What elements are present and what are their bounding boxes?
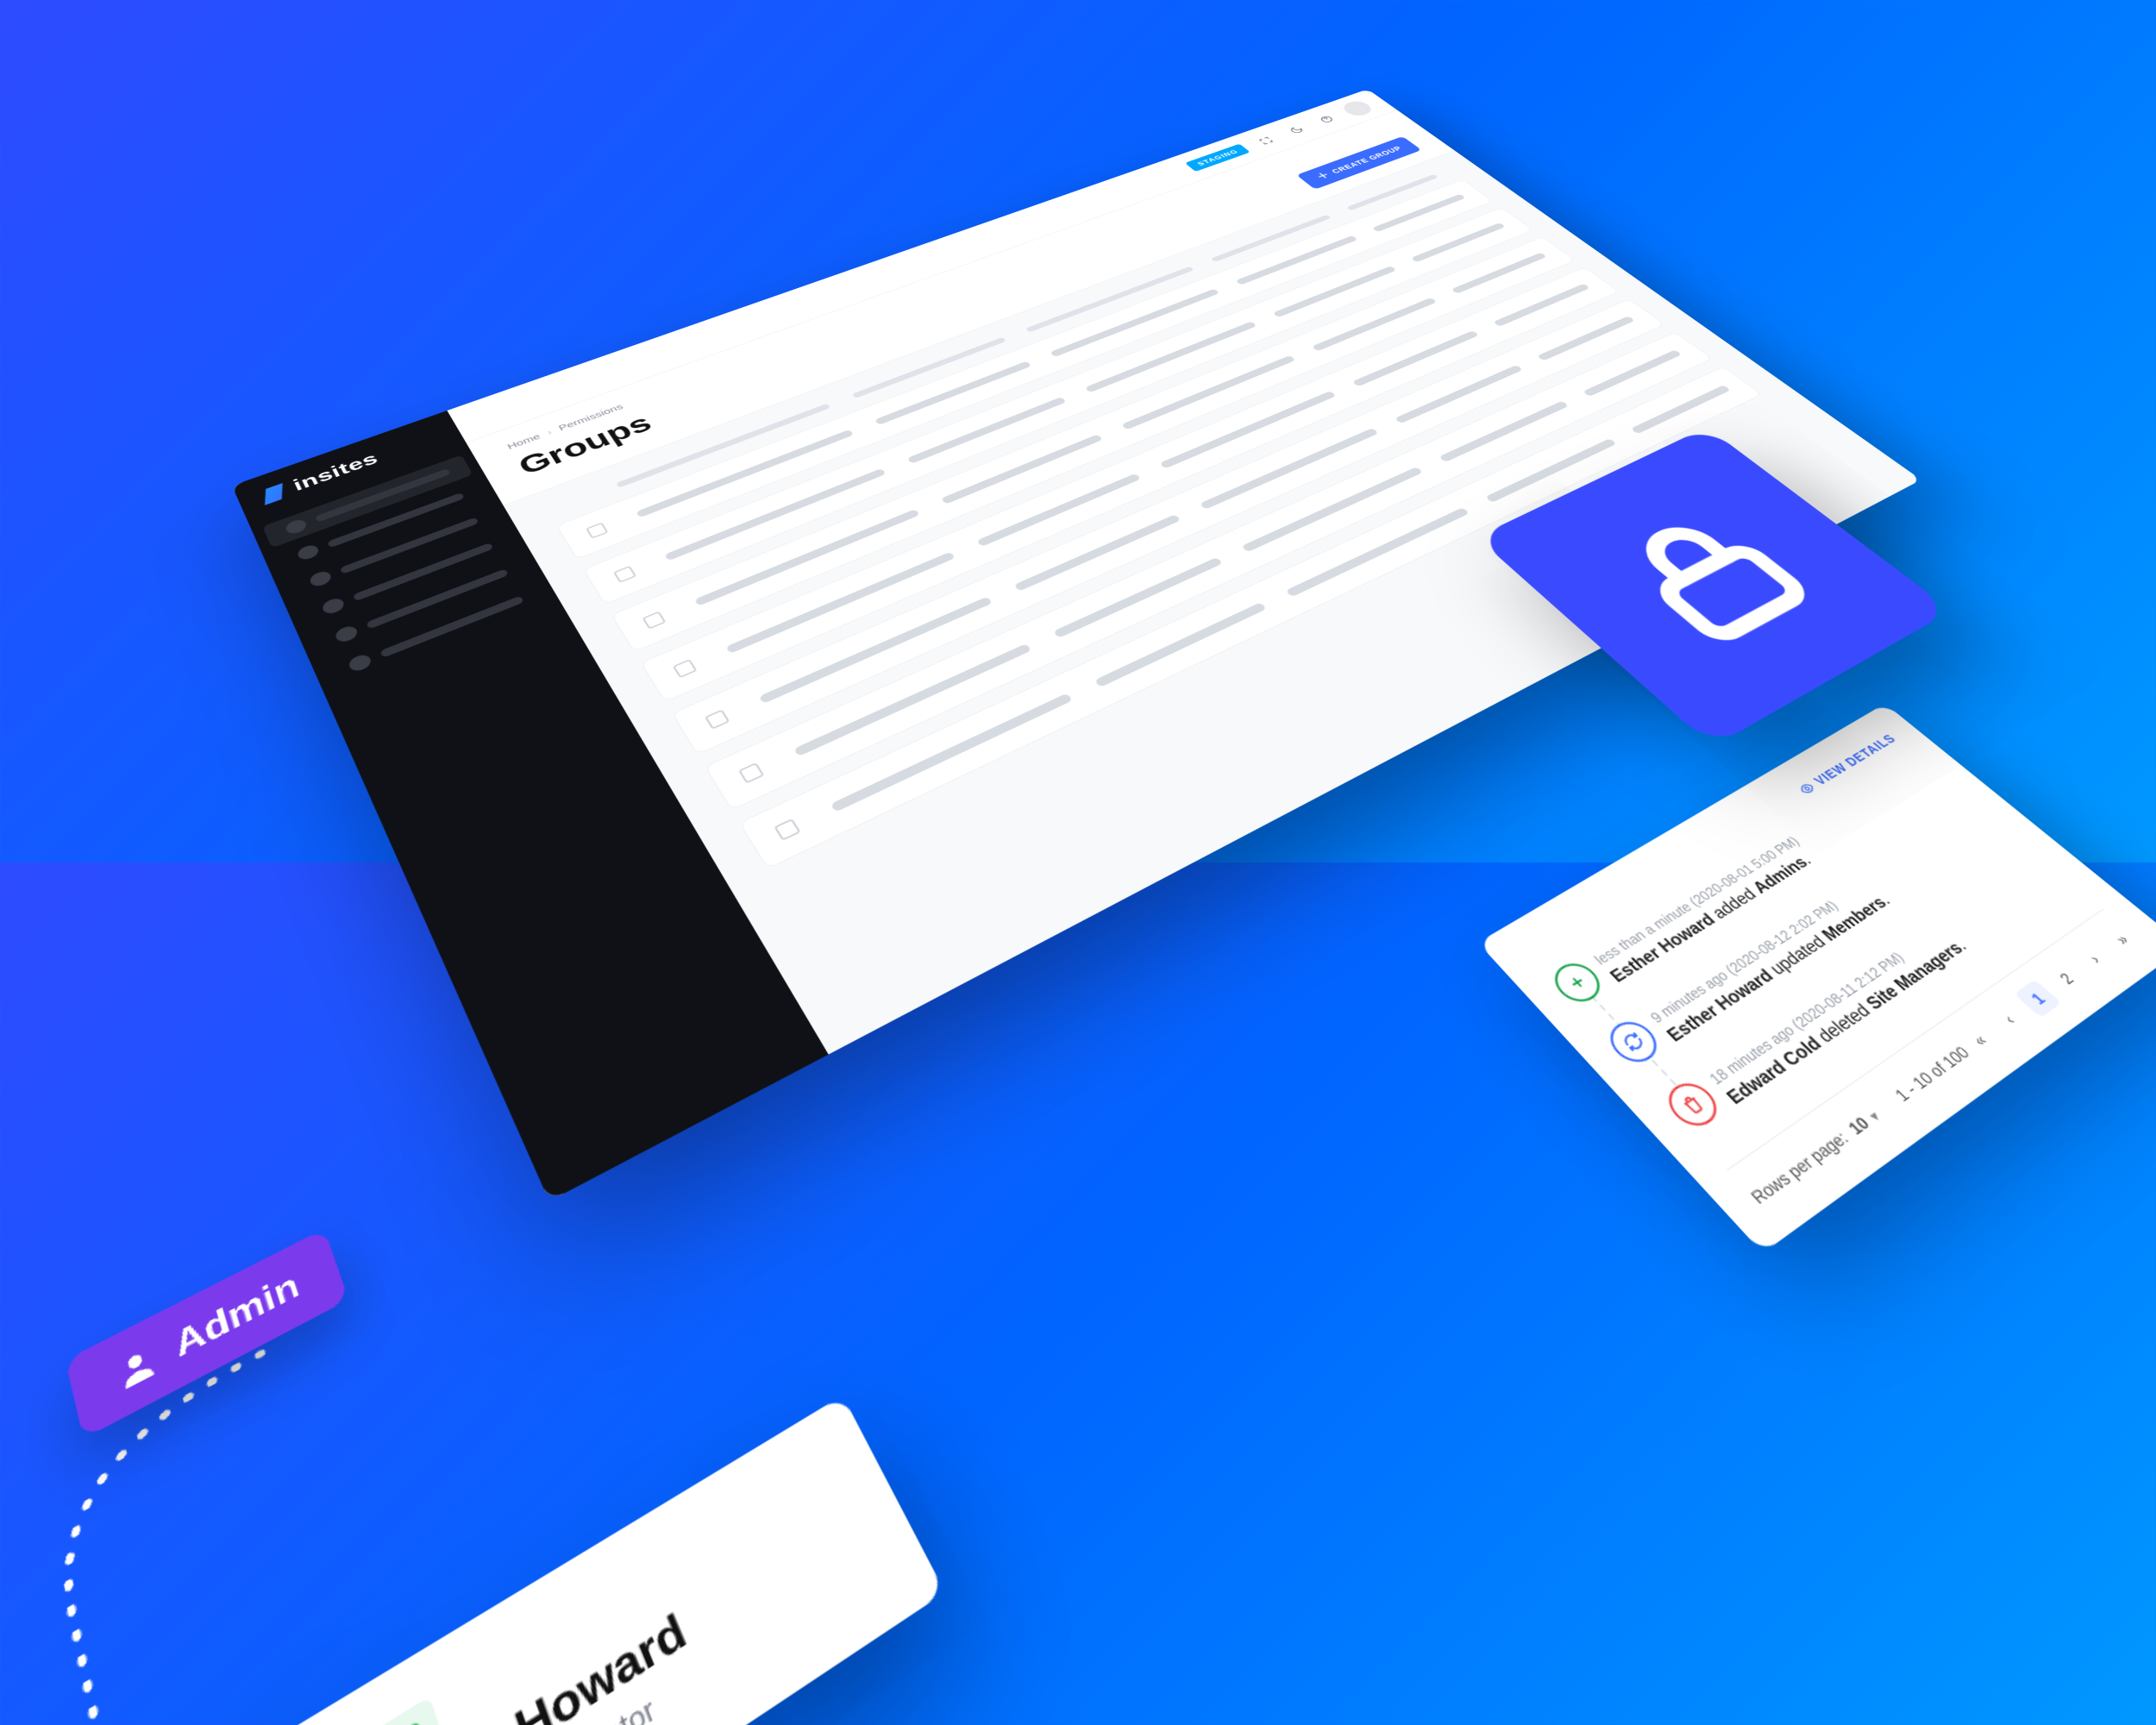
- checkbox[interactable]: [774, 819, 801, 841]
- checkbox[interactable]: [642, 612, 666, 630]
- rows-per-page-label: Rows per page:: [1746, 1127, 1852, 1208]
- checkbox[interactable]: [738, 762, 765, 784]
- activity-panel: VIEW DETAILS less than a minute (2020-08…: [1478, 704, 2156, 1253]
- activity-timeline: less than a minute (2020-08-01 5:00 PM)E…: [1541, 750, 2090, 1157]
- checkbox[interactable]: [705, 709, 730, 729]
- lock-icon: [1576, 487, 1846, 668]
- page-range: 1 - 10 of 100: [1890, 1043, 1973, 1106]
- brand-logo-icon: [259, 483, 289, 505]
- checkbox[interactable]: [673, 659, 698, 678]
- role-badge: Admin: [66, 1229, 349, 1439]
- page-number[interactable]: 1: [2014, 980, 2061, 1018]
- role-badge-label: Admin: [170, 1264, 304, 1366]
- eye-icon: [1796, 780, 1818, 797]
- help-icon[interactable]: [1310, 110, 1344, 128]
- checkbox[interactable]: [613, 566, 636, 583]
- user-icon: [111, 1339, 161, 1395]
- status-badge: Active: [330, 1697, 442, 1725]
- user-card: EH Active Esther Howard Marketing Coordi…: [87, 1396, 945, 1725]
- avatar[interactable]: [1338, 98, 1376, 117]
- plus-icon: ＋: [1318, 173, 1328, 177]
- page-number[interactable]: 2: [2043, 960, 2090, 997]
- create-group-label: CREATE GROUP: [1330, 145, 1404, 175]
- chevron-right-icon: ›: [545, 428, 554, 437]
- page-prev[interactable]: ‹: [1985, 1000, 2033, 1038]
- rows-per-page-select[interactable]: 10 ▼: [1844, 1104, 1886, 1138]
- checkbox[interactable]: [586, 523, 609, 539]
- fullscreen-icon[interactable]: [1249, 131, 1283, 149]
- moon-icon[interactable]: [1280, 121, 1314, 139]
